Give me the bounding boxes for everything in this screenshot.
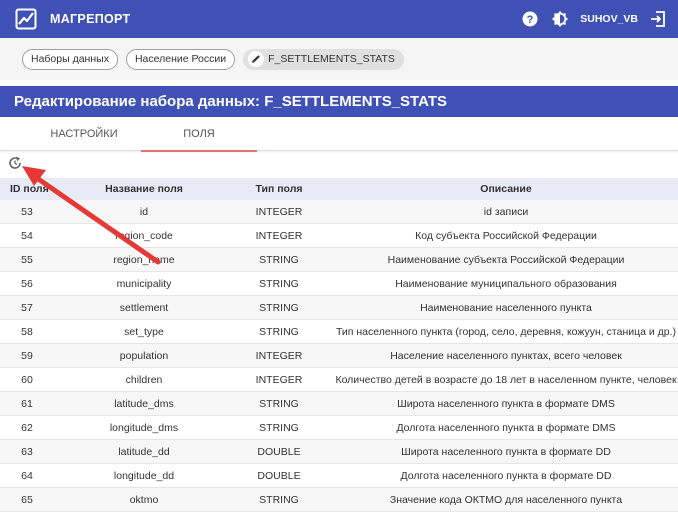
app-title[interactable]: МАГРЕПОРТ bbox=[50, 12, 130, 26]
cell-id: 60 bbox=[0, 367, 54, 392]
cell-id: 55 bbox=[0, 247, 54, 272]
cell-name: children bbox=[54, 367, 234, 392]
cell-type: INTEGER bbox=[234, 343, 324, 368]
cell-description: Тип населенного пункта (город, село, дер… bbox=[324, 319, 678, 344]
username-label[interactable]: SUHOV_VB bbox=[580, 13, 638, 25]
cell-type: STRING bbox=[234, 391, 324, 416]
cell-id: 54 bbox=[0, 223, 54, 248]
cell-type: INTEGER bbox=[234, 223, 324, 248]
breadcrumb: Наборы данных Население России F_SETTLEM… bbox=[0, 38, 678, 80]
cell-type: STRING bbox=[234, 319, 324, 344]
column-header-id[interactable]: ID поля bbox=[0, 178, 54, 200]
table-row[interactable]: 57 settlement STRING Наименование населе… bbox=[0, 295, 678, 320]
cell-name: oktmo bbox=[54, 487, 234, 512]
cell-id: 57 bbox=[0, 295, 54, 320]
cell-description: Население населенного пунктах, всего чел… bbox=[324, 343, 678, 368]
breadcrumb-datasets[interactable]: Наборы данных bbox=[22, 48, 118, 70]
table-row[interactable]: 59 population INTEGER Население населенн… bbox=[0, 343, 678, 368]
cell-description: Код субъекта Российской Федерации bbox=[324, 223, 678, 248]
cell-description: Наименование субъекта Российской Федерац… bbox=[324, 247, 678, 272]
cell-id: 58 bbox=[0, 319, 54, 344]
cell-id: 56 bbox=[0, 271, 54, 296]
table-row[interactable]: 65 oktmo STRING Значение кода ОКТМО для … bbox=[0, 487, 678, 512]
cell-description: Наименование муниципального образования bbox=[324, 271, 678, 296]
cell-name: longitude_dd bbox=[54, 463, 234, 488]
cell-id: 53 bbox=[0, 200, 54, 224]
cell-name: set_type bbox=[54, 319, 234, 344]
table-row[interactable]: 64 longitude_dd DOUBLE Долгота населенно… bbox=[0, 463, 678, 488]
column-header-name[interactable]: Название поля bbox=[54, 178, 234, 200]
cell-name: latitude_dd bbox=[54, 439, 234, 464]
cell-type: DOUBLE bbox=[234, 463, 324, 488]
cell-type: STRING bbox=[234, 415, 324, 440]
table-row[interactable]: 56 municipality STRING Наименование муни… bbox=[0, 271, 678, 296]
tab-bar: НАСТРОЙКИ ПОЛЯ bbox=[0, 117, 678, 152]
cell-name: region_name bbox=[54, 247, 234, 272]
cell-name: id bbox=[54, 200, 234, 224]
cell-id: 61 bbox=[0, 391, 54, 416]
table-row[interactable]: 58 set_type STRING Тип населенного пункт… bbox=[0, 319, 678, 344]
cell-type: DOUBLE bbox=[234, 439, 324, 464]
help-icon[interactable]: ? bbox=[520, 9, 540, 29]
breadcrumb-russia-population[interactable]: Население России bbox=[125, 48, 236, 70]
table-row[interactable]: 55 region_name STRING Наименование субъе… bbox=[0, 247, 678, 272]
table-row[interactable]: 53 id INTEGER id записи bbox=[0, 200, 678, 224]
cell-id: 59 bbox=[0, 343, 54, 368]
cell-name: settlement bbox=[54, 295, 234, 320]
cell-type: STRING bbox=[234, 295, 324, 320]
cell-id: 65 bbox=[0, 487, 54, 512]
cell-description: Значение кода ОКТМО для населенного пунк… bbox=[324, 487, 678, 512]
svg-text:?: ? bbox=[527, 14, 534, 26]
page-header: Редактирование набора данных: F_SETTLEME… bbox=[0, 86, 678, 117]
breadcrumb-current-label: F_SETTLEMENTS_STATS bbox=[268, 53, 395, 65]
page-title: Редактирование набора данных: F_SETTLEME… bbox=[14, 93, 447, 110]
cell-description: Долгота населенного пункта в формате DMS bbox=[324, 415, 678, 440]
cell-type: INTEGER bbox=[234, 367, 324, 392]
cell-description: Широта населенного пункта в формате DMS bbox=[324, 391, 678, 416]
tab-settings[interactable]: НАСТРОЙКИ bbox=[14, 117, 154, 151]
table-row[interactable]: 62 longitude_dms STRING Долгота населенн… bbox=[0, 415, 678, 440]
tab-fields[interactable]: ПОЛЯ bbox=[141, 117, 257, 152]
cell-id: 64 bbox=[0, 463, 54, 488]
cell-description: id записи bbox=[324, 200, 678, 224]
cell-type: STRING bbox=[234, 271, 324, 296]
cell-description: Широта населенного пункта в формате DD bbox=[324, 439, 678, 464]
table-row[interactable]: 63 latitude_dd DOUBLE Широта населенного… bbox=[0, 439, 678, 464]
logo-icon[interactable] bbox=[14, 7, 38, 31]
cell-id: 62 bbox=[0, 415, 54, 440]
cell-type: STRING bbox=[234, 247, 324, 272]
cell-name: latitude_dms bbox=[54, 391, 234, 416]
cell-description: Количество детей в возрасте до 18 лет в … bbox=[324, 367, 678, 392]
refresh-icon[interactable] bbox=[6, 154, 24, 172]
cell-id: 63 bbox=[0, 439, 54, 464]
cell-description: Долгота населенного пункта в формате DD bbox=[324, 463, 678, 488]
pencil-icon bbox=[248, 51, 265, 67]
fields-table: ID поля Название поля Тип поля Описание … bbox=[0, 178, 678, 512]
table-row[interactable]: 60 children INTEGER Количество детей в в… bbox=[0, 367, 678, 392]
top-app-bar: МАГРЕПОРТ ? SUHOV_VB bbox=[0, 0, 678, 38]
cell-name: population bbox=[54, 343, 234, 368]
theme-toggle-icon[interactable] bbox=[550, 9, 570, 29]
table-header-row: ID поля Название поля Тип поля Описание bbox=[0, 178, 678, 200]
cell-description: Наименование населенного пункта bbox=[324, 295, 678, 320]
breadcrumb-current-dataset[interactable]: F_SETTLEMENTS_STATS bbox=[243, 48, 404, 70]
cell-name: longitude_dms bbox=[54, 415, 234, 440]
cell-type: INTEGER bbox=[234, 200, 324, 224]
table-row[interactable]: 54 region_code INTEGER Код субъекта Росс… bbox=[0, 223, 678, 248]
column-header-type[interactable]: Тип поля bbox=[234, 178, 324, 200]
logout-icon[interactable] bbox=[648, 9, 668, 29]
cell-name: municipality bbox=[54, 271, 234, 296]
cell-type: STRING bbox=[234, 487, 324, 512]
table-row[interactable]: 61 latitude_dms STRING Широта населенног… bbox=[0, 391, 678, 416]
cell-name: region_code bbox=[54, 223, 234, 248]
column-header-description[interactable]: Описание bbox=[324, 178, 678, 200]
